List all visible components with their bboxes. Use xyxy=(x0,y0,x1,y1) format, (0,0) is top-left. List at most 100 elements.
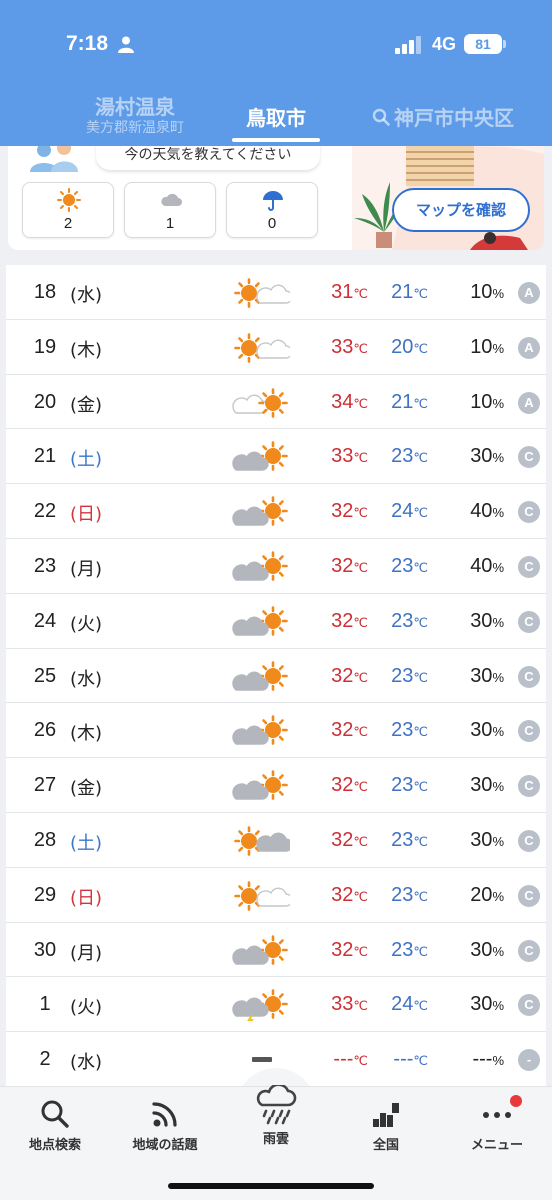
forecast-row[interactable]: 18 (水) 31 ℃ 21℃ 10% A xyxy=(6,265,546,320)
precip-unit: % xyxy=(492,614,504,630)
forecast-weekday: (火) xyxy=(70,613,103,635)
forecast-row[interactable]: 24 (火) 32 ℃ 23℃ 30% C xyxy=(6,594,546,649)
forecast-day: 28 xyxy=(33,828,57,851)
forecast-row[interactable]: 26 (木) 32 ℃ 23℃ 30% C xyxy=(6,703,546,759)
app-header: 7:18 4G 81 湯村温泉 美方郡新温泉町 鳥取市 神戸市中央区 xyxy=(0,0,552,146)
precip-unit: % xyxy=(492,669,504,685)
temp-unit: ℃ xyxy=(413,669,428,685)
temp-unit: ℃ xyxy=(413,505,428,521)
forecast-day: 24 xyxy=(33,609,57,632)
forecast-weekday: (水) xyxy=(70,668,103,690)
low-value: 23 xyxy=(391,883,414,906)
forecast-low: 23℃ xyxy=(356,774,428,797)
tab-right-label: 神戸市中央区 xyxy=(394,106,514,130)
forecast-row[interactable]: 30 (月) 32 ℃ 23℃ 30% C xyxy=(6,923,546,978)
forecast-low: 23℃ xyxy=(356,939,428,962)
high-value: 32 xyxy=(331,500,354,523)
sun-cloud-icon xyxy=(234,332,290,363)
home-indicator[interactable] xyxy=(168,1183,374,1189)
forecast-precip: 20% xyxy=(436,884,504,907)
forecast-row[interactable]: 28 (土) 32 ℃ 23℃ 30% C xyxy=(6,813,546,868)
forecast-weekday: (火) xyxy=(70,997,103,1019)
low-value: 24 xyxy=(391,500,414,523)
temp-unit: ℃ xyxy=(413,724,428,740)
cloud-sun-icon xyxy=(232,605,288,636)
precip-unit: % xyxy=(492,450,504,466)
rain-cloud-icon xyxy=(256,1085,297,1125)
precip-value: 40 xyxy=(470,500,493,523)
forecast-precip: 30% xyxy=(436,993,504,1016)
vote-rainy-count: 0 xyxy=(267,215,277,232)
forecast-precip: 30% xyxy=(436,774,504,797)
vote-sunny-count: 2 xyxy=(63,215,73,232)
thunder-sun-icon xyxy=(232,989,288,1022)
nav-local-topics[interactable]: 地域の話題 xyxy=(110,1097,220,1153)
nav-point-search-label: 地点検索 xyxy=(28,1138,81,1153)
clock: 7:18 xyxy=(66,32,109,55)
vote-cloudy-button[interactable]: 1 xyxy=(124,182,216,238)
precip-value: 30 xyxy=(470,664,493,687)
sun-cloud-icon xyxy=(234,880,290,911)
weather-survey-card: 今の天気を教えてください 2 1 0 マップを確認 xyxy=(8,146,544,250)
forecast-row[interactable]: 22 (日) 32 ℃ 24℃ 40% C xyxy=(6,484,546,539)
tab-left-name: 湯村温泉 xyxy=(95,95,175,119)
high-value: 32 xyxy=(331,883,354,906)
precip-unit: % xyxy=(492,286,504,301)
precip-value: 30 xyxy=(470,609,493,632)
forecast-row[interactable]: 1 (火) 33 ℃ 24℃ 30% C xyxy=(6,977,546,1033)
precip-unit: % xyxy=(492,1053,504,1069)
more-dots-icon xyxy=(483,1112,511,1118)
low-value: 21 xyxy=(391,390,414,413)
reliability-badge: C xyxy=(518,610,540,633)
forecast-row[interactable]: 21 (土) 33 ℃ 23℃ 30% C xyxy=(6,429,546,485)
forecast-low: 21℃ xyxy=(356,281,428,304)
reliability-badge: A xyxy=(518,282,540,304)
reliability-badge: C xyxy=(518,775,540,798)
temp-unit: ℃ xyxy=(413,450,428,466)
low-value: 23 xyxy=(391,554,414,577)
forecast-weekday: (土) xyxy=(70,832,103,854)
reliability-badge: A xyxy=(518,391,540,414)
forecast-precip: 30% xyxy=(436,939,504,962)
tab-kobe-chuo[interactable]: 神戸市中央区 xyxy=(372,102,552,131)
temp-unit: ℃ xyxy=(413,888,428,904)
low-value: 23 xyxy=(391,445,414,468)
nav-nationwide[interactable]: 全国 xyxy=(331,1097,441,1153)
forecast-low: 23℃ xyxy=(356,884,428,907)
check-map-button[interactable]: マップを確認 xyxy=(392,188,530,232)
tab-tottori-city[interactable]: 鳥取市 xyxy=(226,102,326,131)
precip-value: 20 xyxy=(470,883,493,906)
forecast-row[interactable]: 20 (金) 34 ℃ 21℃ 10% A xyxy=(6,375,546,430)
forecast-low: ---℃ xyxy=(356,1048,428,1071)
forecast-row[interactable]: 27 (金) 32 ℃ 23℃ 30% C xyxy=(6,758,546,813)
forecast-low: 23℃ xyxy=(356,445,428,468)
forecast-low: 24℃ xyxy=(356,500,428,523)
forecast-row[interactable]: 23 (月) 32 ℃ 23℃ 40% C xyxy=(6,539,546,594)
forecast-row[interactable]: 25 (水) 32 ℃ 23℃ 30% C xyxy=(6,649,546,704)
forecast-low: 23℃ xyxy=(356,829,428,852)
vote-sunny-button[interactable]: 2 xyxy=(22,182,114,238)
nav-rain-cloud[interactable]: 雨雲 xyxy=(221,1085,331,1147)
low-value: --- xyxy=(393,1048,414,1071)
tab-yumura-onsen[interactable]: 湯村温泉 美方郡新温泉町 xyxy=(60,95,210,137)
forecast-day: 26 xyxy=(33,719,57,742)
reliability-badge: A xyxy=(518,336,540,359)
high-value: 32 xyxy=(331,664,354,687)
forecast-low: 23℃ xyxy=(356,555,428,578)
precip-unit: % xyxy=(492,395,504,411)
vote-rainy-button[interactable]: 0 xyxy=(226,182,318,238)
vote-cloudy-count: 1 xyxy=(165,215,175,232)
low-value: 23 xyxy=(391,828,414,851)
forecast-row[interactable]: 29 (日) 32 ℃ 23℃ 20% C xyxy=(6,868,546,923)
precip-value: 30 xyxy=(470,993,493,1016)
precip-unit: % xyxy=(492,943,504,959)
precip-value: 10 xyxy=(470,281,493,303)
nav-menu[interactable]: メニュー xyxy=(442,1095,552,1153)
sun-cloud-dark-icon xyxy=(234,826,290,856)
sun-cloud-icon xyxy=(234,278,290,308)
high-value: 32 xyxy=(331,609,354,632)
nav-point-search[interactable]: 地点検索 xyxy=(0,1097,110,1153)
no-data-icon xyxy=(252,1057,272,1063)
forecast-row[interactable]: 19 (木) 33 ℃ 20℃ 10% A xyxy=(6,320,546,375)
forecast-day: 2 xyxy=(39,1048,51,1071)
